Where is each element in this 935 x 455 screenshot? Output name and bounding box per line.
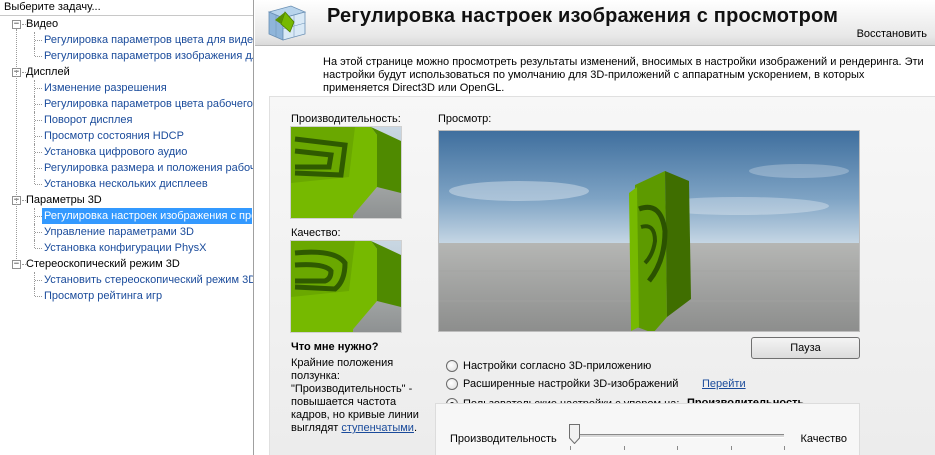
tree-connector (34, 288, 35, 296)
tree-item-label: Регулировка параметров цвета для видео (44, 34, 254, 46)
tree-item[interactable]: Регулировка параметров цвета рабочего ст… (0, 96, 253, 112)
tree-item-label: Управление параметрами 3D (44, 226, 194, 238)
tree-category[interactable]: − Стереоскопический режим 3D (0, 256, 252, 272)
task-sidebar: Выберите задачу... − Видео Регулировка пар… (0, 0, 254, 455)
tree-category-label: Дисплей (26, 66, 70, 78)
tree-connector (35, 40, 42, 41)
tree-connector (35, 152, 42, 153)
quality-thumbnail (290, 240, 402, 333)
tree-connector (35, 120, 42, 121)
tree-item-label: Просмотр рейтинга игр (44, 290, 163, 302)
slider-left-label: Производительность (450, 433, 557, 445)
tree-item[interactable]: Установить стереоскопический режим 3D (0, 272, 254, 288)
tree-item-label: Просмотр состояния HDCP (44, 130, 184, 142)
quality-thumbnail-label: Качество: (291, 227, 341, 239)
tree-item[interactable]: Просмотр рейтинга игр (0, 288, 252, 304)
performance-thumbnail (290, 126, 402, 219)
tree-category[interactable]: − Параметры 3D (0, 192, 252, 208)
tree-item-label: Установить стереоскопический режим 3D (44, 274, 254, 286)
radio-label: Расширенные настройки 3D-изображений (463, 378, 679, 390)
tree-item-label: Изменение разрешения (44, 82, 167, 94)
tree-item-label: Регулировка параметров цвета рабочего ст… (44, 98, 253, 110)
tree-guide-line (16, 29, 17, 259)
performance-logo-image (291, 127, 401, 218)
tree-item[interactable]: Управление параметрами 3D (0, 224, 252, 240)
tree-connector (35, 248, 42, 249)
tree-item[interactable]: Регулировка параметров цвета для видео (0, 32, 254, 48)
tree-item[interactable]: Изменение разрешения (0, 80, 252, 96)
page-description: На этой странице можно просмотреть резул… (323, 56, 924, 94)
main-content: Регулировка настроек изображения с просм… (255, 0, 935, 455)
tree-connector (34, 48, 35, 56)
tree-connector (35, 168, 42, 169)
preview-scene-image (439, 131, 859, 331)
sidebar-title: Выберите задачу... (0, 0, 253, 16)
tree-category-label: Параметры 3D (26, 194, 102, 206)
tree-item-label: Установка нескольких дисплеев (44, 178, 208, 190)
tree-item[interactable]: Регулировка настроек изображения с просм… (0, 208, 253, 224)
tree-connector (34, 240, 35, 248)
slider-tick (677, 446, 678, 450)
tree-connector (35, 232, 42, 233)
performance-thumbnail-label: Производительность: (291, 113, 401, 125)
tree-category[interactable]: − Видео (0, 16, 252, 32)
collapse-toggle-icon[interactable]: − (12, 20, 21, 29)
tree-connector (35, 280, 42, 281)
collapse-toggle-icon[interactable]: − (12, 260, 21, 269)
tree-item[interactable]: Установка цифрового аудио (0, 144, 252, 160)
tree-category-label: Видео (26, 18, 59, 30)
tree-item[interactable]: Регулировка размера и положения рабочего… (0, 160, 253, 176)
slider-tick (570, 446, 571, 450)
slider-tick (624, 446, 625, 450)
slider-right-label: Качество (800, 433, 847, 445)
tree-item-label: Регулировка настроек изображения с просм… (42, 208, 253, 224)
tree-item[interactable]: Поворот дисплея (0, 112, 252, 128)
slider-tick (731, 446, 732, 450)
tree-item-label: Поворот дисплея (44, 114, 133, 126)
pause-button[interactable]: Пауза (751, 337, 860, 359)
tree-connector (35, 104, 42, 105)
slider-tick (784, 446, 785, 450)
tree-connector (35, 88, 42, 89)
preview-label: Просмотр: (438, 113, 492, 125)
tree-item[interactable]: Регулировка параметров изображения для в… (0, 48, 253, 64)
tree-category-label: Стереоскопический режим 3D (26, 258, 180, 270)
nvidia-3d-cube-icon (267, 5, 307, 41)
tree-item-label: Регулировка параметров изображения для в… (44, 50, 253, 62)
radio-label: Настройки согласно 3D-приложению (463, 360, 652, 372)
tree-connector (35, 56, 42, 57)
tree-item-label: Установка цифрового аудио (44, 146, 188, 158)
tree-connector (35, 184, 42, 185)
quality-slider-group: Производительность Качество (435, 403, 860, 455)
quality-logo-image (291, 241, 401, 332)
tree-connector (35, 296, 42, 297)
tree-item-label: Установка конфигурации PhysX (44, 242, 207, 254)
help-text: Крайние положения ползунка: "Производите… (291, 357, 421, 435)
tree-item-label: Регулировка размера и положения рабочего… (44, 162, 253, 174)
tree-item[interactable]: Установка конфигурации PhysX (0, 240, 252, 256)
radio-button[interactable] (446, 378, 458, 390)
tree-connector (34, 176, 35, 184)
tree-connector (35, 136, 42, 137)
page-title: Регулировка настроек изображения с просм… (327, 5, 839, 27)
task-tree: − Видео Регулировка параметров цвета для в… (0, 16, 254, 304)
tree-item[interactable]: Просмотр состояния HDCP (0, 128, 252, 144)
page-header: Регулировка настроек изображения с просм… (255, 0, 935, 46)
advanced-settings-link[interactable]: Перейти (702, 376, 746, 392)
restore-defaults-link[interactable]: Восстановить (857, 28, 927, 40)
tree-category[interactable]: − Дисплей (0, 64, 252, 80)
slider-thumb[interactable] (569, 424, 580, 444)
tree-item[interactable]: Установка нескольких дисплеев (0, 176, 252, 192)
tree-connector (35, 216, 42, 217)
help-text-tail: . (413, 422, 418, 434)
jagged-help-link[interactable]: ступенчатыми (341, 422, 414, 434)
slider-track[interactable] (570, 434, 784, 438)
radio-button[interactable] (446, 360, 458, 372)
help-title: Что мне нужно? (291, 341, 379, 353)
preview-viewport (438, 130, 860, 332)
settings-panel: Производительность: Качество: Просмотр: … (269, 96, 935, 455)
